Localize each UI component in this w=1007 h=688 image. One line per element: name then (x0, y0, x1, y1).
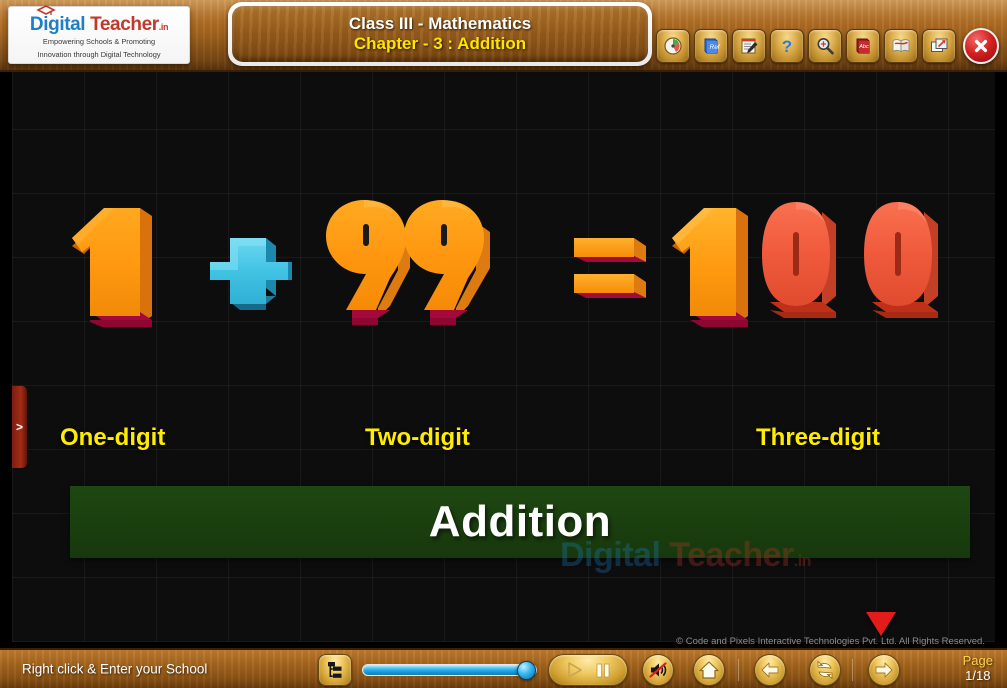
dictionary-icon: Abc (856, 38, 870, 54)
school-prompt-text: Right click & Enter your School (22, 661, 208, 677)
equation-term-ninetynine (326, 200, 490, 325)
close-button[interactable] (963, 28, 999, 64)
seek-knob[interactable] (517, 661, 536, 680)
play-pause-group (548, 654, 628, 686)
topic-banner: Addition (70, 486, 970, 558)
next-button[interactable] (868, 654, 900, 686)
reload-button[interactable] (809, 654, 841, 686)
brand-tagline-line2: Innovation through Digital Technology (37, 49, 161, 59)
reference-book-icon: Ref (704, 38, 721, 54)
notes-icon (741, 38, 758, 54)
label-two-digit: Two-digit (365, 424, 470, 451)
svg-text:Abc: Abc (858, 44, 869, 50)
page-indicator-value: 1/18 (965, 668, 991, 683)
play-button[interactable] (564, 660, 584, 680)
dashboard-icon (664, 37, 682, 55)
top-toolbar: Digital Teacher.in Empowering Schools & … (0, 0, 1007, 72)
reload-icon (817, 660, 833, 680)
lesson-title-class: Class III - Mathematics (348, 14, 532, 34)
svg-text:?: ? (782, 37, 792, 56)
reference-book-button[interactable]: Ref (694, 29, 728, 63)
sound-mute-button[interactable] (642, 654, 674, 686)
pause-icon (596, 663, 610, 678)
dashboard-button[interactable] (656, 29, 690, 63)
presentation-window: Digital Teacher.in Empowering Schools & … (0, 0, 1007, 688)
toolbar-separator-2 (852, 659, 853, 681)
dictionary-button[interactable]: Abc (846, 29, 880, 63)
seek-slider[interactable] (362, 661, 537, 680)
sidebar-toggle-tab[interactable]: > (12, 386, 27, 468)
sound-mute-icon (649, 662, 667, 678)
glossary-button[interactable] (884, 29, 918, 63)
zoom-icon (817, 38, 834, 55)
close-icon (974, 39, 988, 53)
brand-word-digital: Digital (29, 13, 86, 35)
slide-stage: > One-digit Two-digit Three-digit Additi… (0, 72, 1007, 642)
digit-label-row: One-digit Two-digit Three-digit (12, 424, 995, 462)
menu-tree-icon (328, 662, 342, 678)
menu-button[interactable] (318, 654, 352, 686)
window-button[interactable] (922, 29, 956, 63)
label-one-digit: One-digit (60, 424, 166, 451)
help-button[interactable]: ? (770, 29, 804, 63)
page-indicator-label: Page (962, 653, 993, 669)
brand-logo: Digital Teacher.in Empowering Schools & … (8, 4, 190, 64)
lesson-title-banner: Class III - Mathematics Chapter - 3 : Ad… (228, 2, 652, 66)
topic-banner-text: Addition (428, 497, 612, 546)
equation-term-onehundred (672, 202, 938, 327)
home-icon (699, 661, 719, 679)
toolbar-separator (738, 659, 739, 681)
equation-term-equals (574, 238, 646, 298)
home-button[interactable] (693, 654, 725, 686)
equation-term-plus (210, 238, 292, 310)
sidebar-toggle-chevron-icon: > (15, 420, 23, 434)
graduation-cap-icon (36, 4, 56, 15)
notes-button[interactable] (732, 29, 766, 63)
previous-button[interactable] (754, 654, 786, 686)
cursor-pointer-icon (866, 612, 896, 636)
arrow-left-icon (761, 662, 779, 678)
glossary-icon (892, 39, 910, 53)
tool-button-group: Ref ? Abc (656, 28, 999, 64)
help-icon: ? (782, 37, 792, 56)
equation-row (12, 194, 995, 344)
seek-track[interactable] (362, 664, 537, 676)
bottom-toolbar: Right click & Enter your School Page 1/1… (0, 648, 1007, 688)
brand-word-tld: .in (158, 21, 169, 32)
lesson-title-chapter: Chapter - 3 : Addition (353, 34, 527, 53)
equation-term-one (72, 208, 152, 327)
window-icon (931, 38, 948, 52)
copyright-text: © Code and Pixels Interactive Technologi… (676, 636, 985, 647)
label-three-digit: Three-digit (756, 424, 880, 451)
play-icon (568, 662, 582, 678)
brand-tagline-line1: Empowering Schools & Promoting (42, 36, 156, 46)
brand-word-teacher: Teacher (90, 13, 159, 35)
page-indicator: Page 1/18 (962, 653, 993, 684)
zoom-button[interactable] (808, 29, 842, 63)
pause-button[interactable] (594, 660, 612, 680)
svg-text:Ref: Ref (710, 44, 721, 51)
arrow-right-icon (875, 662, 893, 678)
brand-logo-wordmark: Digital Teacher.in (29, 4, 169, 35)
